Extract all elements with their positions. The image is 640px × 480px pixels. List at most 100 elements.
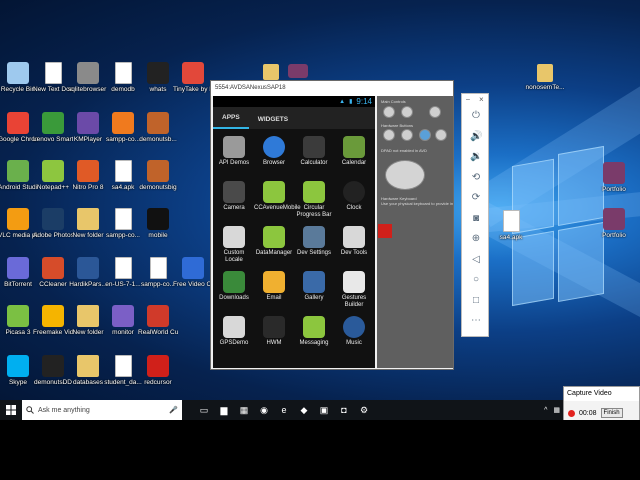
desktop-icon[interactable]: CCleaner — [33, 257, 73, 289]
desktop-icon[interactable]: mobile — [138, 208, 178, 240]
whatsapp-icon — [147, 62, 169, 84]
desktop-icon[interactable]: en-US-7-1... — [103, 257, 143, 289]
app-gestures-builder[interactable]: Gestures Builder — [334, 268, 374, 313]
app-calculator[interactable]: Calculator — [294, 133, 334, 178]
tab-apps[interactable]: APPS — [213, 107, 249, 129]
menu-button[interactable] — [401, 129, 413, 141]
record-icon[interactable] — [568, 409, 575, 417]
back-button[interactable] — [419, 129, 431, 141]
finish-button[interactable]: Finish — [600, 408, 623, 418]
app-circular-progress-bar[interactable]: Circular Progress Bar — [294, 178, 334, 223]
rotate-right-icon[interactable]: ⟳ — [470, 192, 482, 204]
desktop-icon-label: monitor — [112, 329, 134, 336]
app-api-demos[interactable]: API Demos — [214, 133, 254, 178]
desktop-icon[interactable]: demodb — [103, 62, 143, 94]
app-clock[interactable]: Clock — [334, 178, 374, 223]
volume-up-icon[interactable]: 🔊 — [470, 131, 482, 143]
desktop-icon[interactable]: Freemake Video C... — [33, 305, 73, 337]
start-button[interactable] — [0, 400, 22, 420]
rotate-left-icon[interactable]: ⟲ — [470, 172, 482, 184]
desktop-icon[interactable]: Free Video Compressor — [173, 257, 213, 289]
app-dev-settings[interactable]: Dev Settings — [294, 223, 334, 268]
camera-icon[interactable]: ◙ — [470, 213, 482, 225]
cortana-search-box[interactable]: Ask me anything 🎤 — [22, 400, 182, 420]
app-custom-locale[interactable]: Custom Locale — [214, 223, 254, 268]
desktop-icon[interactable]: redcursor — [138, 355, 178, 387]
desktop-icon-nonosem[interactable]: nonosemTe... — [523, 64, 567, 92]
volume-down-icon[interactable]: 🔉 — [470, 151, 482, 163]
desktop-icon[interactable]: New folder — [68, 305, 108, 337]
desktop-icon[interactable]: demonutsDD — [33, 355, 73, 387]
power-icon[interactable]: ⏻ — [470, 110, 482, 122]
emulator-window[interactable]: 5554:AVDSANexusSAP18 ▲ ▮ 9:14 APPS WIDGE… — [210, 80, 454, 370]
dpad[interactable] — [385, 160, 425, 190]
desktop-icon[interactable]: Nitro Pro 8 — [68, 160, 108, 192]
desktop-icon[interactable]: TinyTake by MangoApps — [173, 62, 213, 94]
desktop-icon-portfolio-2[interactable]: Portfolio — [594, 208, 634, 240]
task-view-icon[interactable]: ▭ — [194, 400, 214, 420]
close-button[interactable]: × — [479, 95, 484, 104]
desktop-icon[interactable]: HardikPars... — [68, 257, 108, 289]
chrome-icon[interactable]: ◉ — [254, 400, 274, 420]
app-gpsdemo[interactable]: GPSDemo — [214, 313, 254, 358]
desktop-icon[interactable]: Lenovo Smart... — [33, 112, 73, 144]
tinytake-icon[interactable]: ◘ — [334, 400, 354, 420]
tray-up-icon[interactable]: ^ — [544, 407, 547, 414]
home-icon[interactable]: ○ — [470, 274, 482, 286]
desktop-icon[interactable]: New Text Document — [33, 62, 73, 94]
lenovo-icon — [42, 112, 64, 134]
desktop-icon-portfolio-1[interactable]: Portfolio — [594, 162, 634, 194]
app-messaging[interactable]: Messaging — [294, 313, 334, 358]
app-downloads[interactable]: Downloads — [214, 268, 254, 313]
overview-icon[interactable]: □ — [470, 295, 482, 307]
app-ccavenuemobile[interactable]: CCAvenueMobile — [254, 178, 301, 223]
back-icon[interactable]: ◁ — [470, 254, 482, 266]
desktop-icon[interactable]: sampp-co... — [103, 112, 143, 144]
desktop-icon[interactable]: databases — [68, 355, 108, 387]
desktop-icon[interactable]: sampp-co... — [103, 208, 143, 240]
desktop-icon[interactable]: RealWorld Cursor Editor — [138, 305, 178, 337]
volume-up-button[interactable] — [401, 106, 413, 118]
android-screen[interactable]: ▲ ▮ 9:14 APPS WIDGETS API Demos Browser Ca… — [213, 96, 375, 368]
app-calendar[interactable]: Calendar — [334, 133, 374, 178]
volume-down-button[interactable] — [383, 106, 395, 118]
desktop-icon[interactable]: monitor — [103, 305, 143, 337]
store-icon[interactable]: ▦ — [234, 400, 254, 420]
desktop-icon[interactable]: sampp-co... — [138, 257, 178, 289]
app-datamanager[interactable]: DataManager — [254, 223, 294, 268]
desktop-icon[interactable]: sqlitebrowser - Shortcut — [68, 62, 108, 94]
desktop-icon[interactable]: sa4.apk — [103, 160, 143, 192]
network-icon[interactable]: ▦ — [553, 406, 560, 414]
desktop-icon[interactable]: Notepad++ — [33, 160, 73, 192]
app-dev-tools[interactable]: Dev Tools — [334, 223, 374, 268]
edge-icon[interactable]: e — [274, 400, 294, 420]
desktop-icon-mid-file[interactable]: sa4.apk — [489, 210, 533, 242]
more-icon[interactable]: ⋯ — [470, 315, 482, 327]
search-button[interactable] — [435, 129, 447, 141]
app-email[interactable]: Email — [254, 268, 294, 313]
power-button[interactable] — [429, 106, 441, 118]
desktop-icon-archive-top[interactable] — [278, 64, 318, 80]
settings-icon[interactable]: ⚙ — [354, 400, 374, 420]
desktop-icon[interactable]: KMPlayer — [68, 112, 108, 144]
status-time: 9:14 — [356, 97, 372, 106]
home-button[interactable] — [383, 129, 395, 141]
desktop-icon[interactable]: student_da... — [103, 355, 143, 387]
desktop-icon[interactable]: whats — [138, 62, 178, 94]
file-explorer-icon[interactable]: ▆ — [214, 400, 234, 420]
app-music[interactable]: Music — [334, 313, 374, 358]
app-gallery[interactable]: Gallery — [294, 268, 334, 313]
hardware-buttons-label: Hardware Buttons — [381, 123, 414, 128]
desktop-icon[interactable]: New folder — [68, 208, 108, 240]
app-browser[interactable]: Browser — [254, 133, 294, 178]
minimize-button[interactable]: – — [466, 96, 470, 103]
android-studio-icon[interactable]: ◆ — [294, 400, 314, 420]
desktop-icon[interactable]: demonutsbig — [138, 160, 178, 192]
app-hwm[interactable]: HWM — [254, 313, 294, 358]
emulator-icon[interactable]: ▣ — [314, 400, 334, 420]
zoom-icon[interactable]: ⊕ — [470, 233, 482, 245]
desktop-icon[interactable]: demonutsb... — [138, 112, 178, 144]
desktop-icon[interactable]: Adobe Photosh... — [33, 208, 73, 240]
app-camera[interactable]: Camera — [214, 178, 254, 223]
tab-widgets[interactable]: WIDGETS — [249, 107, 297, 129]
